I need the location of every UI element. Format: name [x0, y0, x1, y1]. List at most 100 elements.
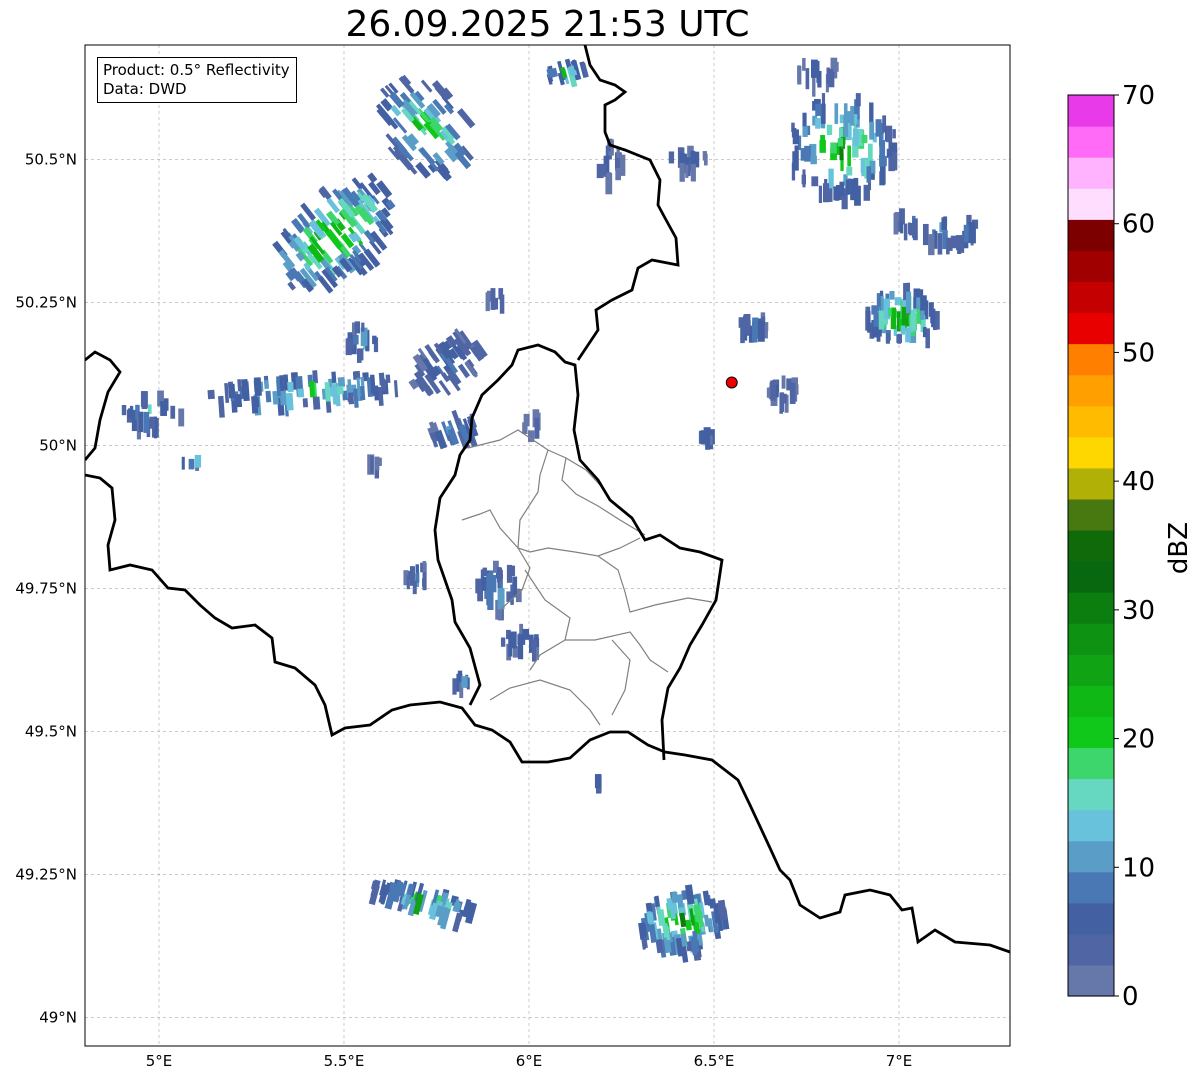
echo-pixel [863, 184, 870, 201]
colorbar-label: dBZ [1164, 522, 1194, 574]
colorbar-segment [1068, 343, 1114, 376]
echo-pixel [361, 322, 365, 332]
echo-pixel [285, 392, 294, 411]
colorbar-segment [1068, 467, 1114, 500]
echo-pixel [869, 121, 875, 140]
echo-pixel [826, 124, 833, 136]
echo-pixel [867, 311, 871, 333]
colorbar-segment [1068, 250, 1114, 283]
radar-site-marker[interactable] [725, 376, 738, 389]
echo-pixel [901, 306, 907, 326]
echo-pixel [490, 288, 496, 310]
echo-pixel [852, 128, 860, 146]
echo-pixel [861, 134, 868, 144]
echo-pixel [959, 237, 965, 253]
echo-pixel [380, 378, 387, 391]
lat-tick-label: 49°N [39, 1008, 77, 1026]
colorbar-tick-label: 10 [1122, 853, 1155, 883]
echo-pixel [905, 327, 911, 343]
echo-pixel [770, 380, 776, 401]
echo-pixel [775, 384, 779, 398]
echo-pixel [517, 639, 524, 660]
colorbar: 0 10 20 30 40 50 60 70 [1067, 81, 1155, 1012]
echo-pixel [942, 230, 946, 250]
echo-pixel [947, 237, 953, 251]
echo-pixel [843, 103, 848, 118]
echo-pixel [839, 181, 845, 197]
echo-pixel [461, 676, 468, 688]
echo-pixel [645, 902, 653, 912]
lat-tick-label: 50.5°N [25, 150, 77, 168]
echo-pixel [886, 125, 893, 143]
echo-pixel [896, 334, 902, 343]
echo-pixel [143, 411, 150, 433]
colorbar-segment [1068, 840, 1114, 873]
echo-pixel [811, 59, 818, 78]
echo-pixel [876, 330, 881, 342]
map-background [85, 45, 1010, 1046]
echo-pixel [347, 392, 355, 405]
echo-pixel [941, 217, 948, 231]
echo-pixel [869, 102, 874, 123]
echo-pixel [900, 221, 904, 234]
echo-pixel [845, 179, 850, 195]
echo-pixel [376, 457, 382, 466]
colorbar-tick-label: 60 [1122, 210, 1155, 240]
echo-pixel [889, 290, 895, 300]
echo-pixel [752, 321, 758, 343]
echo-pixel [802, 126, 808, 137]
lat-tick-label: 49.25°N [15, 865, 77, 883]
echo-pixel [830, 142, 837, 154]
echo-pixel [819, 140, 826, 153]
echo-pixel [802, 169, 806, 188]
echo-pixel [812, 76, 816, 97]
echo-pixel [482, 567, 488, 577]
echo-pixel [879, 171, 885, 186]
echo-pixel [910, 309, 917, 331]
colorbar-segment [1068, 933, 1114, 966]
echo-pixel [878, 310, 885, 330]
colorbar-segment [1068, 902, 1114, 935]
echo-pixel [337, 377, 346, 388]
echo-pixel [900, 325, 906, 335]
product-info-box: Product: 0.5° Reflectivity Data: DWD [97, 57, 297, 103]
echo-pixel [170, 405, 176, 419]
colorbar-segment [1068, 219, 1114, 251]
colorbar-tick-label: 30 [1122, 596, 1155, 626]
echo-pixel [357, 348, 364, 361]
colorbar-segment [1068, 716, 1114, 749]
echo-pixel [616, 148, 620, 159]
echo-pixel [893, 213, 899, 235]
echo-pixel [854, 114, 858, 124]
echo-pixel [329, 386, 336, 397]
echo-pixel [860, 158, 865, 173]
echo-pixel [922, 223, 929, 246]
echo-pixel [121, 405, 127, 416]
echo-pixel [534, 417, 540, 439]
echo-pixel [800, 148, 806, 161]
echo-pixel [207, 389, 215, 400]
echo-pixel [188, 458, 195, 470]
lon-tick-label: 6.5°E [694, 1052, 735, 1070]
echo-pixel [843, 115, 849, 137]
colorbar-tick-label: 20 [1122, 725, 1155, 755]
lat-tick-label: 50°N [39, 436, 77, 454]
echo-pixel [279, 390, 287, 406]
lat-tick-label: 49.5°N [25, 722, 77, 740]
echo-pixel [253, 377, 262, 397]
colorbar-tick-label: 50 [1122, 338, 1155, 368]
data-source-label: Data: DWD [103, 80, 187, 98]
echo-pixel [738, 317, 746, 328]
echo-pixel [833, 186, 838, 201]
echo-pixel [740, 327, 745, 344]
colorbar-segment [1068, 157, 1114, 189]
echo-pixel [968, 221, 975, 244]
echo-pixel [522, 422, 528, 434]
colorbar-segment [1068, 871, 1114, 904]
echo-pixel [452, 678, 457, 695]
echo-pixel [815, 118, 821, 129]
echo-pixel [251, 395, 259, 414]
colorbar-segment [1068, 778, 1114, 811]
echo-pixel [820, 103, 826, 124]
colorbar-segment [1068, 498, 1114, 531]
